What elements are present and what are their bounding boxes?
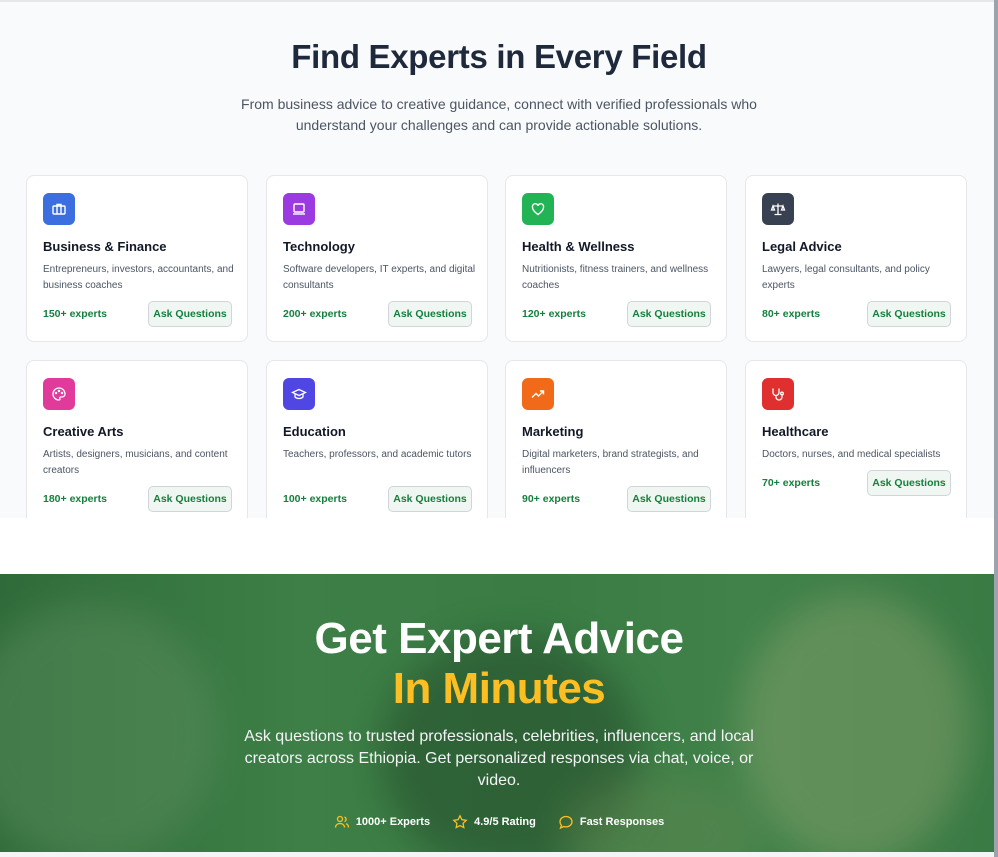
category-description: Digital marketers, brand strategists, an… [522,449,699,476]
stat-label: 4.9/5 Rating [474,816,536,828]
stat-responses: Fast Responses [558,814,664,830]
hero-description: Ask questions to trusted professionals, … [244,728,754,789]
category-card-education[interactable]: Education Teachers, professors, and acad… [266,360,488,518]
category-title: Creative Arts [43,424,124,439]
ask-questions-button[interactable]: Ask Questions [148,301,232,327]
category-description: Nutritionists, fitness trainers, and wel… [522,264,709,291]
stat-rating: 4.9/5 Rating [452,814,536,830]
expert-count: 120+ experts [522,308,586,320]
expert-count: 100+ experts [283,493,347,505]
expert-count: 90+ experts [522,493,581,505]
category-description: Lawyers, legal consultants, and policy e… [762,264,930,291]
ask-questions-button[interactable]: Ask Questions [627,486,711,512]
ask-questions-button[interactable]: Ask Questions [867,470,951,496]
ask-questions-button[interactable]: Ask Questions [388,486,472,512]
hero-title-accent: In Minutes [392,664,606,713]
ask-questions-button[interactable]: Ask Questions [867,301,951,327]
expert-count: 150+ experts [43,308,107,320]
ask-questions-button[interactable]: Ask Questions [388,301,472,327]
chat-bubble-icon [559,815,573,830]
category-description: Doctors, nurses, and medical specialists [762,449,941,460]
hero-banner: Get Expert Advice In Minutes Ask questio… [0,574,998,857]
category-card-business[interactable]: Business & Finance Entrepreneurs, invest… [26,175,248,342]
category-card-healthcare[interactable]: Healthcare Doctors, nurses, and medical … [745,360,967,518]
category-description: Entrepreneurs, investors, accountants, a… [43,264,234,291]
stat-experts: 1000+ Experts [334,814,430,830]
scrollbar[interactable] [994,0,998,857]
category-card-technology[interactable]: Technology Software developers, IT exper… [266,175,488,342]
section-subtitle: From business advice to creative guidanc… [241,96,757,133]
category-description: Software developers, IT experts, and dig… [283,264,476,291]
stat-label: Fast Responses [579,816,665,828]
ask-questions-button[interactable]: Ask Questions [148,486,232,512]
category-title: Legal Advice [762,239,842,254]
expert-count: 200+ experts [283,308,347,320]
stat-label: 1000+ Experts [355,816,431,828]
star-icon [452,814,468,829]
top-divider [0,0,998,2]
category-card-marketing[interactable]: Marketing Digital marketers, brand strat… [505,360,727,518]
category-description: Teachers, professors, and academic tutor… [283,449,472,460]
heart-icon [522,193,554,225]
graduation-cap-icon [283,378,315,410]
category-card-creative-arts[interactable]: Creative Arts Artists, designers, musici… [26,360,248,518]
category-title: Business & Finance [43,239,167,254]
laptop-icon [283,193,315,225]
bottom-strip [0,852,998,857]
category-card-legal[interactable]: Legal Advice Lawyers, legal consultants,… [745,175,967,342]
category-title: Education [283,424,346,439]
category-title: Technology [283,239,355,254]
section-title: Find Experts in Every Field [291,38,707,75]
fields-section: Find Experts in Every Field From busines… [0,0,998,518]
category-title: Marketing [522,424,584,439]
expert-count: 180+ experts [43,493,107,505]
category-description: Artists, designers, musicians, and conte… [43,449,228,476]
trending-up-icon [522,378,554,410]
category-title: Healthcare [762,424,829,439]
category-title: Health & Wellness [522,239,635,254]
expert-count: 70+ experts [762,477,821,489]
scale-icon [762,193,794,225]
hero-title: Get Expert Advice [314,614,684,663]
hero-stats: 1000+ Experts 4.9/5 Rating Fast Response… [0,814,998,830]
palette-icon [43,378,75,410]
stethoscope-icon [762,378,794,410]
users-icon [334,815,349,828]
ask-questions-button[interactable]: Ask Questions [627,301,711,327]
briefcase-icon [43,193,75,225]
category-card-health[interactable]: Health & Wellness Nutritionists, fitness… [505,175,727,342]
expert-count: 80+ experts [762,308,821,320]
